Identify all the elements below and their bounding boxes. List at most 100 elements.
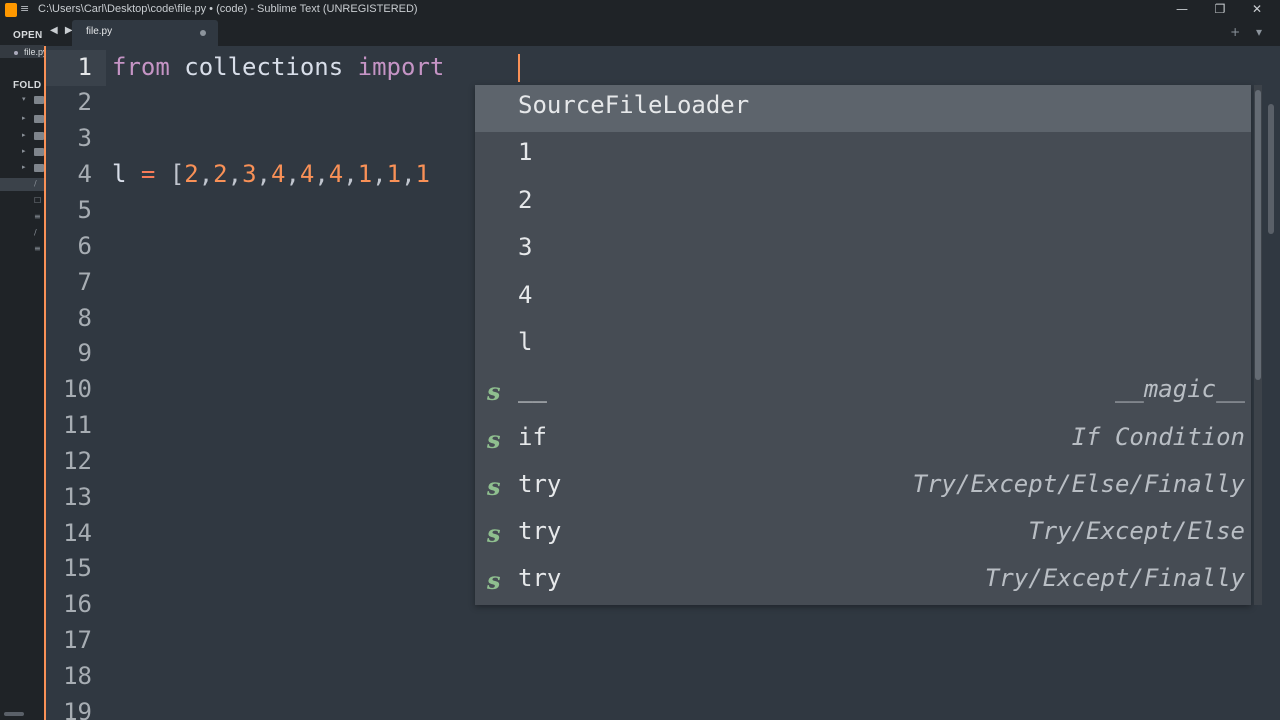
snippet-kind-icon: s [487,472,501,501]
list-number: 1 [415,160,430,188]
minimize-button[interactable]: — [1172,2,1192,16]
completion-annotation: Try/Except/Finally [984,564,1245,592]
autocomplete-item[interactable]: 4 [475,275,1251,322]
completion-trigger: if [518,423,547,451]
sidebar-scrollbar[interactable] [4,712,24,716]
tab-nav-arrows[interactable]: ◀ ▶ [50,25,75,36]
completion-trigger: try [518,517,562,545]
keyword-import: import [357,53,445,81]
text-caret [518,54,520,82]
editor-scrollbar[interactable] [1268,104,1274,234]
tab-file-py[interactable]: file.py [72,20,218,46]
list-comma: , [285,160,300,188]
line-number: 6 [77,232,92,260]
window-title: C:\Users\Carl\Desktop\code\file.py • (co… [38,3,418,15]
completion-annotation: Try/Except/Else/Finally [912,470,1245,498]
tab-label: file.py [86,26,113,37]
completion-trigger: l [518,328,533,356]
autocomplete-item[interactable]: s try Try/Except/Else [475,511,1251,558]
list-comma: , [314,160,329,188]
chevron-right-icon: ▸ [22,147,26,155]
list-number: 4 [328,160,344,188]
autocomplete-item[interactable]: 2 [475,180,1251,227]
maximize-button[interactable]: ❐ [1210,2,1230,16]
hamburger-menu-icon[interactable]: ≡ [20,2,29,15]
list-number: 2 [184,160,199,188]
line-number: 3 [77,124,92,152]
line-number: 19 [63,698,92,720]
completion-trigger: 3 [518,233,533,261]
list-number: 1 [386,160,402,188]
list-number: 1 [357,160,373,188]
line-number: 9 [77,339,92,367]
line-number: 15 [63,554,92,582]
line-number: 7 [77,268,92,296]
line-number: 11 [63,411,92,439]
completion-trigger: try [518,564,562,592]
snippet-kind-icon: s [487,425,501,454]
snippet-kind-icon: s [487,377,501,406]
autocomplete-item[interactable]: s if If Condition [475,417,1251,464]
line-number: 8 [77,304,92,332]
autocomplete-popup[interactable]: SourceFileLoader 1 2 3 4 l s __ __magic_… [475,85,1262,605]
autocomplete-item[interactable]: s try Try/Except/Finally [475,558,1251,605]
list-number: 4 [299,160,315,188]
chevron-right-icon: ▸ [22,131,26,139]
autocomplete-item[interactable]: l [475,322,1251,369]
snippet-kind-icon: s [487,566,501,595]
list-comma: , [227,160,243,188]
completion-trigger: SourceFileLoader [518,91,750,119]
list-comma: , [343,160,358,188]
list-number: 2 [213,160,228,188]
autocomplete-scrollbar[interactable] [1254,85,1262,605]
line-number: 17 [63,626,92,654]
list-number: 4 [270,160,286,188]
line-number-gutter: 1 2 3 4 5 6 7 8 9 10 11 12 13 14 15 16 1… [46,46,106,720]
code-line-4[interactable]: l = [2,2,3,4,4,4,1,1,1 [112,156,430,192]
tab-bar: ◀ ▶ file.py + ▾ [44,20,1280,46]
completion-trigger: 4 [518,281,533,309]
autocomplete-scroll-thumb[interactable] [1255,90,1261,380]
line-number: 16 [63,590,92,618]
sublime-logo-icon [5,3,17,17]
autocomplete-item[interactable]: 1 [475,132,1251,179]
line-number: 2 [77,88,92,116]
keyword-from: from [112,53,170,81]
completion-trigger: try [518,470,562,498]
list-comma: , [372,160,387,188]
completion-annotation: __magic__ [1114,375,1245,403]
autocomplete-item[interactable]: SourceFileLoader [475,85,1251,132]
completion-trigger: __ [518,375,547,403]
open-files-header: OPEN [13,30,43,41]
chevron-right-icon: ▸ [22,163,26,171]
open-bracket: [ [169,160,185,188]
close-button[interactable]: ✕ [1247,2,1267,16]
line-number: 1 [77,53,92,81]
line-number: 12 [63,447,92,475]
code-line-1[interactable]: from collections import [112,49,459,85]
line-number: 4 [77,160,92,188]
autocomplete-item[interactable]: s __ __magic__ [475,369,1251,416]
list-comma: , [256,160,271,188]
line-number: 14 [63,519,92,547]
list-comma: , [198,160,214,188]
completion-trigger: 2 [518,186,533,214]
module-name: collections [169,53,358,81]
line-number: 10 [63,375,92,403]
completion-trigger: 1 [518,138,533,166]
dirty-dot-icon [14,51,18,55]
autocomplete-item[interactable]: s try Try/Except/Else/Finally [475,464,1251,511]
tab-tools[interactable]: + ▾ [1230,25,1268,39]
list-number: 3 [242,160,257,188]
line-number: 5 [77,196,92,224]
chevron-down-icon: ▾ [22,95,26,103]
line-number: 18 [63,662,92,690]
completion-annotation: If Condition [1071,423,1245,451]
unsaved-dot-icon[interactable] [200,30,206,36]
autocomplete-item[interactable]: 3 [475,227,1251,274]
completion-annotation: Try/Except/Else [1028,517,1245,545]
variable-l: l [112,160,127,188]
chevron-right-icon: ▸ [22,114,26,122]
assign-operator: = [126,160,170,188]
line-number: 13 [63,483,92,511]
